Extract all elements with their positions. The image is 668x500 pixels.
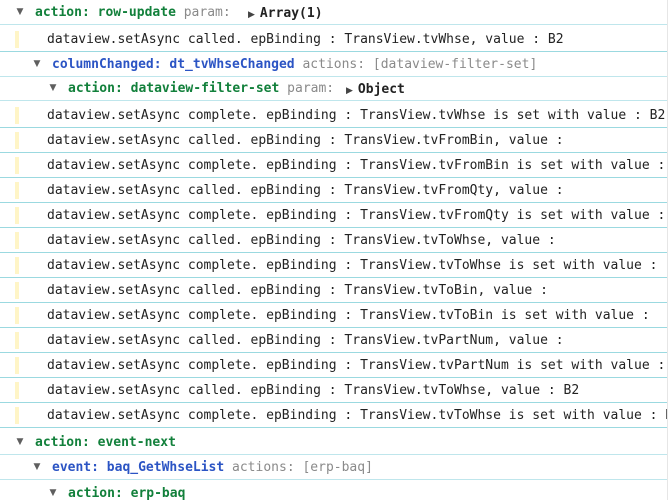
group-name: baq_GetWhseList <box>106 460 225 475</box>
log-level-marker <box>15 157 19 174</box>
group-param-label: param: <box>183 5 231 20</box>
log-message: dataview.setAsync called. epBinding : Tr… <box>47 383 580 398</box>
log-entry: dataview.setAsync complete. epBinding : … <box>0 253 668 278</box>
log-group-erp-baq[interactable]: ▼ action: erp-baq <box>0 481 668 500</box>
log-level-marker <box>15 107 19 124</box>
log-entry: dataview.setAsync called. epBinding : Tr… <box>0 228 668 253</box>
log-level-marker <box>15 307 19 324</box>
group-name: erp-baq <box>130 486 186 500</box>
log-level-marker <box>15 207 19 224</box>
log-message: dataview.setAsync called. epBinding : Tr… <box>47 32 564 47</box>
log-entry: dataview.setAsync called. epBinding : Tr… <box>0 178 668 203</box>
param-object-toggle[interactable]: ▶ Array(1) <box>248 1 323 24</box>
log-level-marker <box>15 132 19 149</box>
log-message: dataview.setAsync complete. epBinding : … <box>47 358 666 373</box>
log-group-event-next[interactable]: ▼ action: event-next <box>0 430 668 455</box>
log-message: dataview.setAsync called. epBinding : Tr… <box>47 183 564 198</box>
log-entry: dataview.setAsync complete. epBinding : … <box>0 103 668 128</box>
group-param-label: param: <box>287 81 335 96</box>
collapsed-triangle-icon: ▶ <box>346 86 353 96</box>
log-message: dataview.setAsync complete. epBinding : … <box>47 158 666 173</box>
log-entry: dataview.setAsync complete. epBinding : … <box>0 203 668 228</box>
group-prefix: columnChanged: <box>52 57 162 72</box>
log-entry: dataview.setAsync complete. epBinding : … <box>0 153 668 178</box>
group-prefix: action: <box>68 81 123 96</box>
log-level-marker <box>15 257 19 274</box>
param-object-toggle[interactable]: ▶ Object <box>346 77 405 100</box>
param-object-summary: Array(1) <box>259 6 323 21</box>
log-group-row-update[interactable]: ▼ action: row-update param: ▶ Array(1) <box>0 0 668 25</box>
console-log-panel: ▼ action: row-update param: ▶ Array(1) da… <box>0 0 668 500</box>
group-header: event: baq_GetWhseList actions: [erp-baq… <box>52 455 373 479</box>
log-level-marker <box>15 282 19 299</box>
log-entry: dataview.setAsync called. epBinding : Tr… <box>0 27 668 52</box>
log-entry: dataview.setAsync complete. epBinding : … <box>0 303 668 328</box>
log-entry: dataview.setAsync called. epBinding : Tr… <box>0 128 668 153</box>
collapsed-triangle-icon: ▶ <box>248 10 255 20</box>
log-message: dataview.setAsync called. epBinding : Tr… <box>47 283 548 298</box>
group-name: dataview-filter-set <box>130 81 280 96</box>
log-message: dataview.setAsync called. epBinding : Tr… <box>47 133 564 148</box>
expand-triangle-icon[interactable]: ▼ <box>14 0 26 24</box>
log-entry: dataview.setAsync complete. epBinding : … <box>0 353 668 378</box>
log-level-marker <box>15 382 19 399</box>
group-header: action: row-update param: <box>35 0 231 24</box>
expand-triangle-icon[interactable]: ▼ <box>31 52 43 76</box>
group-name: dt_tvWhseChanged <box>169 57 295 72</box>
group-actions: actions: [erp-baq] <box>232 460 373 475</box>
group-prefix: action: <box>35 435 90 450</box>
log-level-marker <box>15 182 19 199</box>
group-name: row-update <box>97 5 176 20</box>
expand-triangle-icon[interactable]: ▼ <box>31 455 43 479</box>
group-header: action: erp-baq <box>68 481 185 500</box>
log-group-dataview-filter-set[interactable]: ▼ action: dataview-filter-set param: ▶ Ob… <box>0 76 668 101</box>
log-group-column-changed[interactable]: ▼ columnChanged: dt_tvWhseChanged action… <box>0 52 668 77</box>
group-header: columnChanged: dt_tvWhseChanged actions:… <box>52 52 538 76</box>
log-entry: dataview.setAsync complete. epBinding : … <box>0 403 668 428</box>
group-name: event-next <box>97 435 176 450</box>
log-entry: dataview.setAsync called. epBinding : Tr… <box>0 278 668 303</box>
log-message: dataview.setAsync complete. epBinding : … <box>47 258 658 273</box>
group-prefix: action: <box>68 486 123 500</box>
group-header: action: event-next <box>35 430 176 454</box>
log-message: dataview.setAsync called. epBinding : Tr… <box>47 233 556 248</box>
log-level-marker <box>15 332 19 349</box>
group-header: action: dataview-filter-set param: <box>68 76 335 100</box>
expand-triangle-icon[interactable]: ▼ <box>47 481 59 500</box>
log-message: dataview.setAsync called. epBinding : Tr… <box>47 333 564 348</box>
group-prefix: event: <box>52 460 99 475</box>
log-level-marker <box>15 31 19 48</box>
log-level-marker <box>15 232 19 249</box>
log-message: dataview.setAsync complete. epBinding : … <box>47 408 668 423</box>
group-actions: actions: [dataview-filter-set] <box>302 57 538 72</box>
expand-triangle-icon[interactable]: ▼ <box>47 76 59 100</box>
log-message: dataview.setAsync complete. epBinding : … <box>47 308 650 323</box>
log-group-baq-event[interactable]: ▼ event: baq_GetWhseList actions: [erp-b… <box>0 455 668 480</box>
log-entry: dataview.setAsync called. epBinding : Tr… <box>0 378 668 403</box>
expand-triangle-icon[interactable]: ▼ <box>14 430 26 454</box>
log-level-marker <box>15 357 19 374</box>
param-object-summary: Object <box>357 82 405 97</box>
log-entry: dataview.setAsync called. epBinding : Tr… <box>0 328 668 353</box>
log-message: dataview.setAsync complete. epBinding : … <box>47 208 666 223</box>
log-message: dataview.setAsync complete. epBinding : … <box>47 108 666 123</box>
group-prefix: action: <box>35 5 90 20</box>
log-level-marker <box>15 407 19 424</box>
